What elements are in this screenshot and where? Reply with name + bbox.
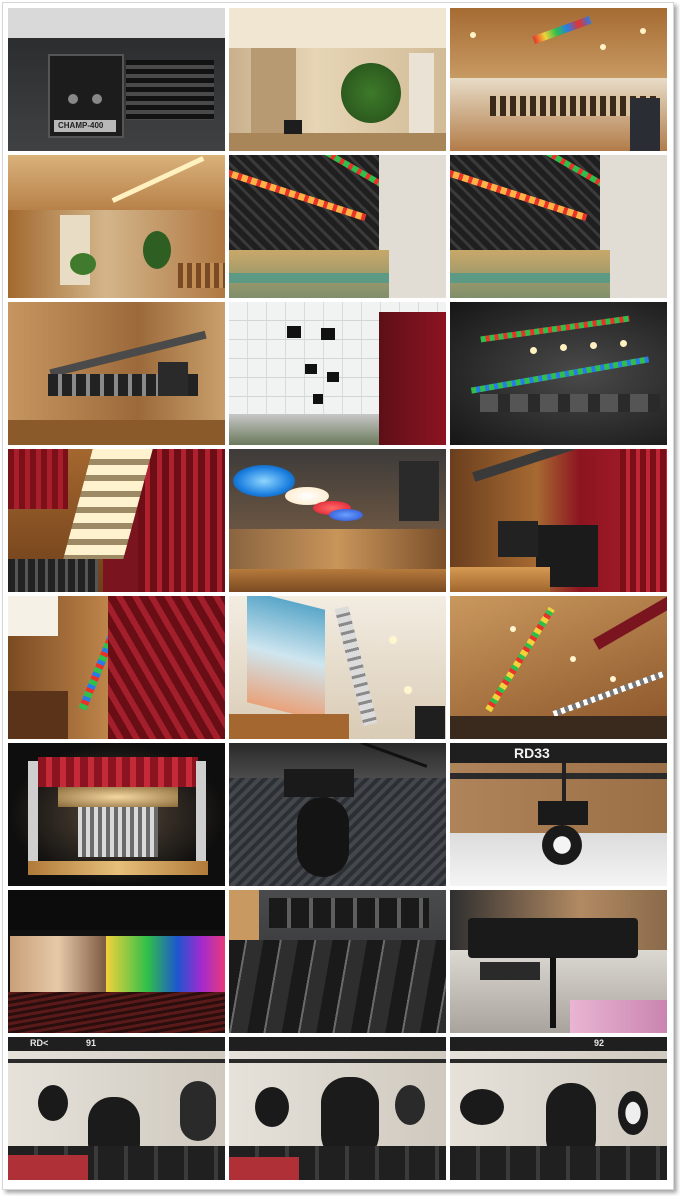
- photo-gym-truss-1[interactable]: [229, 155, 446, 298]
- photo-colored-washes[interactable]: [229, 449, 446, 592]
- projection-screen: [10, 936, 106, 992]
- photo-ceiling-truss-led[interactable]: [450, 302, 667, 445]
- photo-banner-lightbar[interactable]: [229, 596, 446, 739]
- photo-moving-head-closeup[interactable]: [229, 743, 446, 886]
- follow-spot-body: [468, 918, 638, 958]
- photo-line-array[interactable]: [450, 449, 667, 592]
- moving-head-fixture: [538, 801, 588, 825]
- photo-moving-head-rd33[interactable]: RD33: [450, 743, 667, 886]
- photo-grid: CHAMP-400 RD33 RD< 91 92: [8, 8, 667, 1180]
- photo-truss-fixtures[interactable]: [8, 302, 225, 445]
- sign-91: 91: [86, 1038, 97, 1048]
- photo-stage-set[interactable]: [8, 743, 225, 886]
- photo-ceiling-spots[interactable]: [229, 302, 446, 445]
- photo-amplifier[interactable]: CHAMP-400: [8, 8, 225, 151]
- sign-92: 92: [594, 1038, 605, 1048]
- photo-follow-spot[interactable]: [450, 890, 667, 1033]
- moving-head-fixture: [284, 769, 354, 797]
- photo-banquet-3[interactable]: 92: [450, 1037, 667, 1180]
- photo-hall-led[interactable]: [450, 8, 667, 151]
- photo-wood-hall-podium[interactable]: [8, 155, 225, 298]
- banner: [247, 596, 325, 722]
- sign-rd-left: RD<: [30, 1038, 49, 1048]
- photo-projection-screen[interactable]: [8, 890, 225, 1033]
- photo-ledbar-curtain[interactable]: [8, 596, 225, 739]
- photo-banquet-1[interactable]: RD< 91: [8, 1037, 225, 1180]
- photo-lobby-podium[interactable]: [229, 8, 446, 151]
- plant: [341, 63, 401, 123]
- photo-banquet-2[interactable]: [229, 1037, 446, 1180]
- photo-ceiling-ledbar[interactable]: [450, 596, 667, 739]
- sign-rd33: RD33: [514, 745, 550, 761]
- amp-brand-label: CHAMP-400: [58, 121, 104, 130]
- gallery-frame: CHAMP-400 RD33 RD< 91 92: [2, 2, 674, 1190]
- photo-fixture-rows[interactable]: [229, 890, 446, 1033]
- photo-gym-truss-2[interactable]: [450, 155, 667, 298]
- photo-stage-curtain[interactable]: [8, 449, 225, 592]
